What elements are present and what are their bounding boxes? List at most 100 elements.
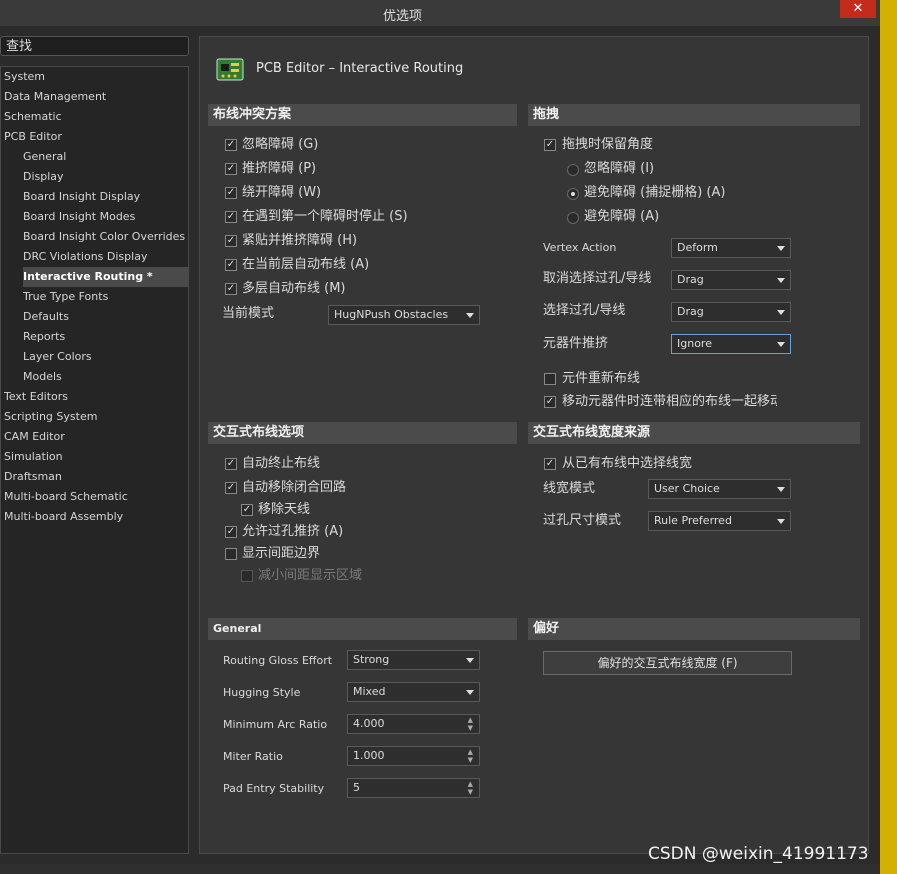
tree-item-interactive-routing[interactable]: Interactive Routing * (23, 267, 188, 287)
label-show-clearance: 显示间距边界 (242, 546, 321, 561)
spin-up-icon[interactable]: ▲ (468, 749, 473, 756)
checkbox-auto-terminate[interactable]: ✓ (225, 458, 237, 470)
bottom-button-bar (0, 864, 880, 874)
chevron-down-icon (777, 278, 785, 283)
label-walkaround-obstacles: 绕开障碍 (W) (242, 185, 322, 200)
section-header-general: General (208, 618, 517, 640)
radio-drag-ignore[interactable] (567, 164, 579, 176)
pad-entry-stability-spinner[interactable]: 5 ▲ ▼ (347, 778, 480, 798)
label-pad-entry-stability: Pad Entry Stability (223, 782, 325, 795)
label-autoroute-current-layer: 在当前层自动布线 (A) (242, 257, 370, 272)
tree-item-reports[interactable]: Reports (23, 327, 188, 347)
spin-down-icon[interactable]: ▼ (468, 725, 473, 732)
favorite-widths-button[interactable]: 偏好的交互式布线宽度 (F) (543, 651, 792, 675)
tree-item-layer-colors[interactable]: Layer Colors (23, 347, 188, 367)
chevron-down-icon (466, 658, 474, 663)
label-preserve-angle: 拖拽时保留角度 (562, 137, 654, 152)
tree-item-models[interactable]: Models (23, 367, 188, 387)
label-ignore-obstacles: 忽略障碍 (G) (242, 137, 319, 152)
component-pushing-dropdown[interactable]: Ignore (671, 334, 791, 354)
chevron-down-icon (466, 313, 474, 318)
radio-drag-avoid-snap[interactable] (567, 188, 579, 200)
tree-item-data-management[interactable]: Data Management (4, 87, 188, 107)
checkbox-autoroute-multi-layer[interactable]: ✓ (225, 283, 237, 295)
label-vertex-action: Vertex Action (543, 241, 617, 254)
tree-item-schematic[interactable]: Schematic (4, 107, 188, 127)
background-pcb-strip (880, 0, 897, 874)
miter-ratio-spinner[interactable]: 1.000 ▲ ▼ (347, 746, 480, 766)
label-min-arc-ratio: Minimum Arc Ratio (223, 718, 328, 731)
tree-item-multi-board-schematic[interactable]: Multi-board Schematic (4, 487, 188, 507)
tree-item-general[interactable]: General (23, 147, 188, 167)
vertex-action-dropdown[interactable]: Deform (671, 238, 791, 258)
label-component-reroute: 元件重新布线 (562, 371, 641, 386)
width-mode-value: User Choice (654, 482, 720, 495)
current-mode-dropdown[interactable]: HugNPush Obstacles (328, 305, 480, 325)
tree-item-board-insight-modes[interactable]: Board Insight Modes (23, 207, 188, 227)
checkbox-autoroute-current-layer[interactable]: ✓ (225, 259, 237, 271)
section-header-interactive-options: 交互式布线选项 (208, 422, 517, 444)
tree-item-true-type-fonts[interactable]: True Type Fonts (23, 287, 188, 307)
checkbox-pick-width[interactable]: ✓ (544, 458, 556, 470)
label-selected-via-track: 选择过孔/导线 (543, 303, 626, 318)
tree-item-simulation[interactable]: Simulation (4, 447, 188, 467)
tree-item-display[interactable]: Display (23, 167, 188, 187)
via-size-mode-dropdown[interactable]: Rule Preferred (648, 511, 791, 531)
vertex-action-value: Deform (677, 241, 718, 254)
checkbox-hug-and-push[interactable]: ✓ (225, 235, 237, 247)
min-arc-ratio-spinner[interactable]: 4.000 ▲ ▼ (347, 714, 480, 734)
width-mode-dropdown[interactable]: User Choice (648, 479, 791, 499)
checkbox-stop-at-first[interactable]: ✓ (225, 211, 237, 223)
checkbox-auto-remove-loops[interactable]: ✓ (225, 482, 237, 494)
checkbox-preserve-angle[interactable]: ✓ (544, 139, 556, 151)
checkbox-show-clearance[interactable] (225, 548, 237, 560)
label-width-mode: 线宽模式 (543, 481, 596, 496)
checkbox-reduce-clearance[interactable] (241, 570, 253, 582)
pcb-board-icon (216, 58, 244, 81)
watermark: CSDN @weixin_41991173 (648, 844, 869, 864)
window-title: 优选项 (382, 9, 422, 24)
routing-gloss-dropdown[interactable]: Strong (347, 650, 480, 670)
section-header-favorites: 偏好 (528, 618, 860, 640)
pad-entry-stability-value: 5 (353, 781, 360, 794)
tree-item-cam-editor[interactable]: CAM Editor (4, 427, 188, 447)
selected-via-track-dropdown[interactable]: Drag (671, 302, 791, 322)
tree-item-board-insight-color-overrides[interactable]: Board Insight Color Overrides (23, 227, 188, 247)
checkbox-allow-via-pushing[interactable]: ✓ (225, 526, 237, 538)
chevron-down-icon (777, 487, 785, 492)
tree-item-multi-board-assembly[interactable]: Multi-board Assembly (4, 507, 188, 527)
tree-item-pcb-editor[interactable]: PCB Editor (4, 127, 188, 147)
tree-item-defaults[interactable]: Defaults (23, 307, 188, 327)
tree-item-text-editors[interactable]: Text Editors (4, 387, 188, 407)
tree-item-system[interactable]: System (4, 67, 188, 87)
chevron-down-icon (777, 519, 785, 524)
checkbox-walkaround-obstacles[interactable]: ✓ (225, 187, 237, 199)
checkbox-push-obstacles[interactable]: ✓ (225, 163, 237, 175)
tree-item-drc-violations-display[interactable]: DRC Violations Display (23, 247, 188, 267)
spin-down-icon[interactable]: ▼ (468, 789, 473, 796)
label-move-with-routing: 移动元器件时连带相应的布线一起移动 (562, 394, 777, 409)
label-drag-avoid: 避免障碍 (A) (584, 209, 660, 224)
hugging-style-dropdown[interactable]: Mixed (347, 682, 480, 702)
unselected-via-track-dropdown[interactable]: Drag (671, 270, 791, 290)
tree-item-scripting-system[interactable]: Scripting System (4, 407, 188, 427)
close-button[interactable]: ✕ (840, 0, 876, 18)
chevron-down-icon (466, 690, 474, 695)
label-current-mode: 当前模式 (222, 306, 275, 321)
unselected-via-track-value: Drag (677, 273, 704, 286)
spin-up-icon[interactable]: ▲ (468, 717, 473, 724)
label-autoroute-multi-layer: 多层自动布线 (M) (242, 281, 346, 296)
search-input[interactable]: 查找 (0, 36, 189, 56)
label-push-obstacles: 推挤障碍 (P) (242, 161, 317, 176)
checkbox-remove-antennas[interactable]: ✓ (241, 504, 253, 516)
tree-item-board-insight-display[interactable]: Board Insight Display (23, 187, 188, 207)
spin-down-icon[interactable]: ▼ (468, 757, 473, 764)
chevron-down-icon (777, 310, 785, 315)
checkbox-ignore-obstacles[interactable]: ✓ (225, 139, 237, 151)
checkbox-component-reroute[interactable] (544, 373, 556, 385)
label-drag-avoid-snap: 避免障碍 (捕捉栅格) (A) (584, 185, 726, 200)
checkbox-move-with-routing[interactable]: ✓ (544, 396, 556, 408)
spin-up-icon[interactable]: ▲ (468, 781, 473, 788)
radio-drag-avoid[interactable] (567, 212, 579, 224)
tree-item-draftsman[interactable]: Draftsman (4, 467, 188, 487)
